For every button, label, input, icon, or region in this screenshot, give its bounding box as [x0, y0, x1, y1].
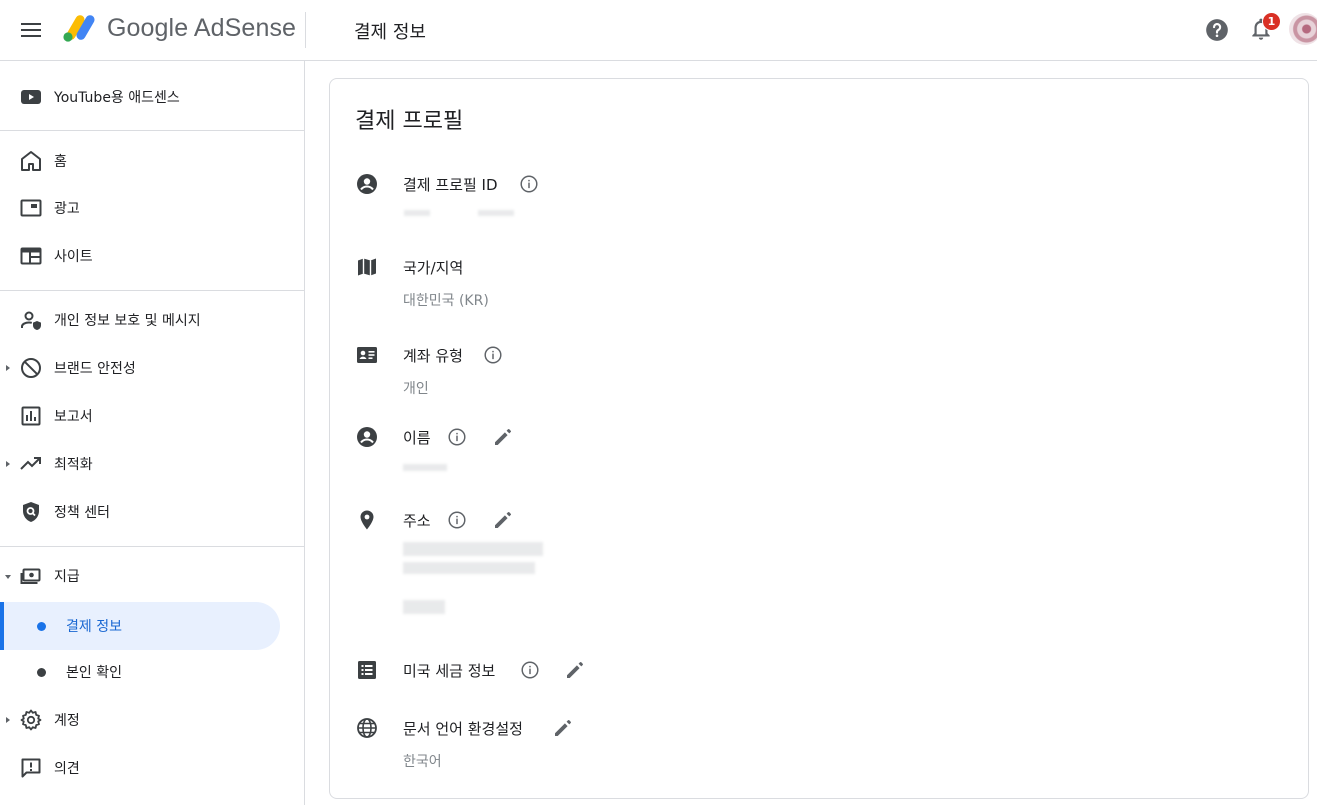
page-title: 결제 정보: [354, 22, 426, 43]
field-label: 계좌 유형: [403, 347, 463, 365]
expand-caret-icon[interactable]: [6, 717, 10, 723]
youtube-icon: [19, 85, 43, 109]
card-title: 결제 프로필: [355, 109, 464, 134]
adsense-logo-icon[interactable]: [62, 13, 96, 43]
field-label: 국가/지역: [403, 259, 464, 277]
help-icon[interactable]: [1204, 17, 1230, 43]
sidebar-item-label: 사이트: [54, 249, 93, 265]
field-label: 결제 프로필 ID: [403, 176, 498, 194]
trending-up-icon: [19, 452, 43, 476]
sidebar-item-label: 정책 센터: [54, 505, 110, 521]
home-icon: [19, 149, 43, 173]
redacted-value: [403, 600, 445, 614]
payment-profile-card: 결제 프로필 결제 프로필 ID 국가/지역 대한민국 (KR) 계좌 유형 개…: [329, 78, 1309, 799]
sidebar-item-label: 본인 확인: [66, 665, 122, 681]
sidebar-item-policy-center[interactable]: 정책 센터: [0, 488, 304, 536]
sidebar-item-privacy[interactable]: 개인 정보 보호 및 메시지: [0, 296, 304, 344]
field-label: 미국 세금 정보: [403, 662, 496, 680]
field-label: 주소: [403, 512, 431, 530]
bullet-icon: [37, 668, 46, 677]
divider: [0, 290, 304, 291]
header-divider: [305, 12, 306, 48]
expand-caret-icon[interactable]: [6, 365, 10, 371]
gear-icon: [19, 708, 43, 732]
policy-shield-icon: [19, 500, 43, 524]
sidebar-item-reports[interactable]: 보고서: [0, 392, 304, 440]
top-app-bar: Google AdSense 결제 정보 1: [0, 0, 1317, 61]
redacted-value: [403, 542, 543, 556]
redacted-value: [478, 210, 514, 216]
info-icon[interactable]: [446, 426, 468, 448]
account-circle-icon: [355, 172, 379, 196]
sidebar-item-payments[interactable]: 지급: [0, 552, 304, 600]
field-value: 한국어: [403, 754, 442, 770]
field-label: 문서 언어 환경설정: [403, 720, 523, 738]
sidebar-item-label: YouTube용 애드센스: [54, 90, 180, 106]
sidebar-item-feedback[interactable]: 의견: [0, 744, 304, 792]
edit-pencil-icon[interactable]: [491, 508, 515, 532]
payments-icon: [19, 564, 43, 588]
menu-icon[interactable]: [16, 15, 46, 45]
bar-chart-icon: [19, 404, 43, 428]
sidebar-item-label: 계정: [54, 713, 80, 729]
feedback-icon: [19, 756, 43, 780]
id-card-icon: [355, 343, 379, 367]
sidebar-item-brand-safety[interactable]: 브랜드 안전성: [0, 344, 304, 392]
sidebar-item-label: 개인 정보 보호 및 메시지: [54, 313, 201, 329]
location-pin-icon: [355, 508, 379, 532]
list-document-icon: [355, 658, 379, 682]
sidebar-item-account[interactable]: 계정: [0, 696, 304, 744]
sidebar-item-label: 광고: [54, 201, 80, 217]
info-icon[interactable]: [519, 659, 541, 681]
collapse-caret-icon[interactable]: [5, 575, 11, 579]
sidebar-item-label: 의견: [54, 761, 80, 777]
sites-icon: [19, 244, 43, 268]
sidebar-item-optimization[interactable]: 최적화: [0, 440, 304, 488]
divider: [0, 130, 304, 131]
bullet-icon: [37, 622, 46, 631]
sidebar-item-verification[interactable]: 본인 확인: [0, 648, 280, 696]
sidebar-item-label: 브랜드 안전성: [54, 361, 136, 377]
info-icon[interactable]: [518, 173, 540, 195]
sidebar-item-label: 지급: [54, 569, 80, 585]
redacted-value: [404, 210, 430, 216]
sidebar-item-label: 결제 정보: [66, 619, 122, 635]
field-value: 개인: [403, 381, 429, 397]
account-circle-icon: [355, 425, 379, 449]
edit-pencil-icon[interactable]: [563, 658, 587, 682]
active-indicator: [0, 602, 4, 650]
avatar[interactable]: [1289, 13, 1317, 45]
divider: [0, 546, 304, 547]
info-icon[interactable]: [446, 509, 468, 531]
map-icon: [355, 255, 379, 279]
sidebar: YouTube용 애드센스 홈 광고 사이트 개인 정보 보호 및 메시지 브랜…: [0, 61, 305, 805]
sidebar-item-home[interactable]: 홈: [0, 137, 304, 185]
edit-pencil-icon[interactable]: [551, 716, 575, 740]
globe-icon: [355, 716, 379, 740]
sidebar-item-sites[interactable]: 사이트: [0, 232, 304, 280]
brand-name[interactable]: Google AdSense: [107, 14, 296, 43]
sidebar-item-label: 최적화: [54, 457, 93, 473]
sidebar-item-youtube[interactable]: YouTube용 애드센스: [0, 73, 304, 121]
notification-badge: 1: [1262, 12, 1281, 31]
edit-pencil-icon[interactable]: [491, 425, 515, 449]
person-shield-icon: [19, 308, 43, 332]
field-value: 대한민국 (KR): [403, 293, 489, 309]
sidebar-item-payments-info[interactable]: 결제 정보: [0, 602, 280, 650]
info-icon[interactable]: [482, 344, 504, 366]
block-icon: [19, 356, 43, 380]
redacted-value: [403, 464, 447, 471]
sidebar-item-ads[interactable]: 광고: [0, 184, 304, 232]
sidebar-item-label: 보고서: [54, 409, 93, 425]
expand-caret-icon[interactable]: [6, 461, 10, 467]
ads-icon: [19, 196, 43, 220]
redacted-value: [403, 562, 535, 574]
field-label: 이름: [403, 429, 431, 447]
sidebar-item-label: 홈: [54, 154, 67, 170]
